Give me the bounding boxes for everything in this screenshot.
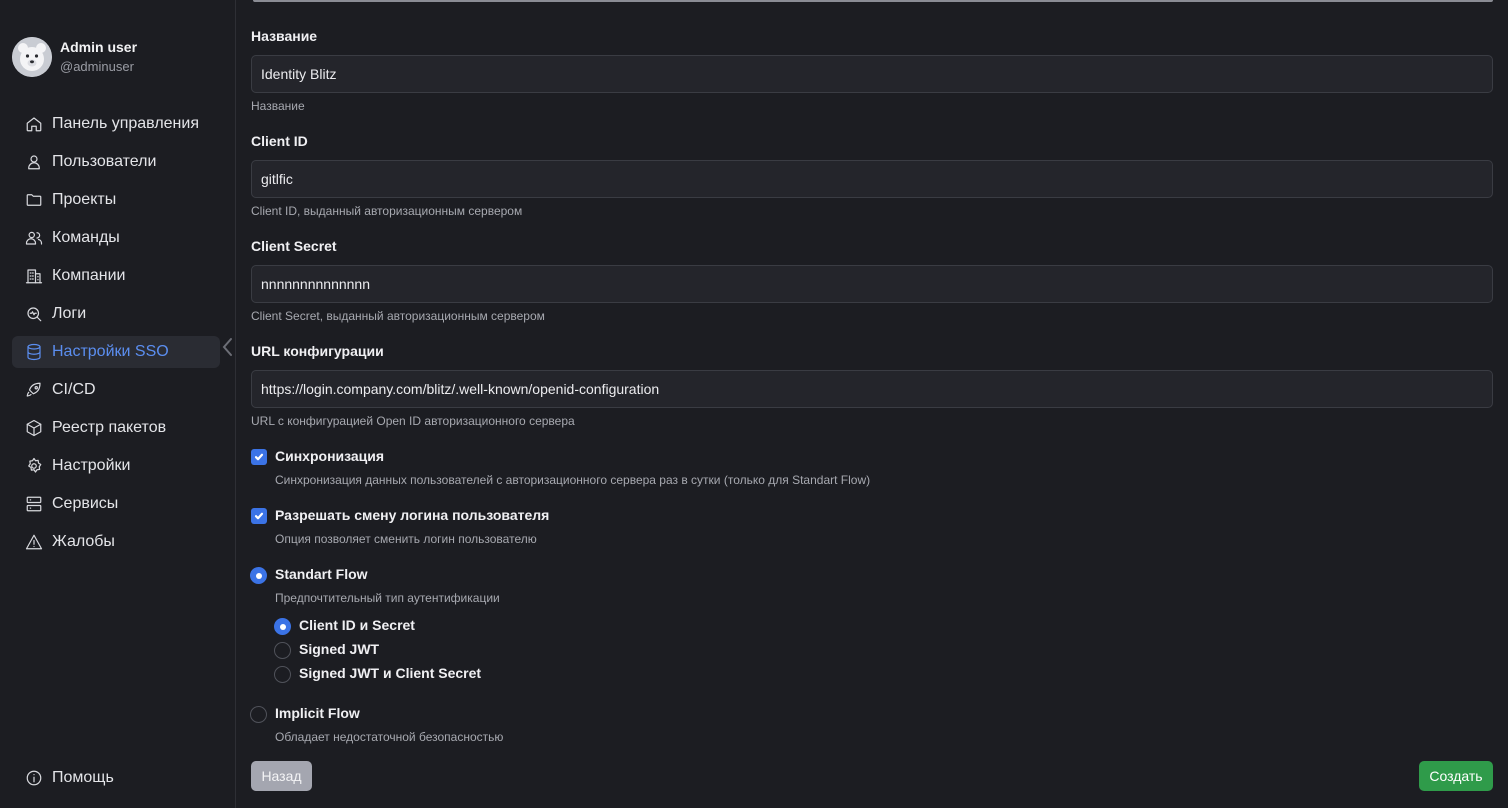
sidebar-item-cicd[interactable]: CI/CD	[12, 374, 220, 406]
sidebar-item-label: Сервисы	[52, 495, 119, 512]
sync-hint: Синхронизация данных пользователей с авт…	[275, 473, 871, 487]
folder-icon	[25, 191, 43, 209]
signed-jwt-client-secret-radio[interactable]	[274, 666, 291, 683]
bear-avatar-icon	[12, 37, 52, 77]
implicit-flow-label: Implicit Flow	[275, 705, 360, 721]
sidebar-item-label: Настройки	[52, 457, 131, 474]
avatar	[12, 37, 52, 77]
user-profile[interactable]: Admin user @adminuser	[12, 37, 137, 77]
server-icon	[25, 495, 43, 513]
signed-jwt-client-secret-label: Signed JWT и Client Secret	[299, 665, 482, 681]
sidebar-item-complaints[interactable]: Жалобы	[12, 526, 220, 558]
sidebar-item-label: Жалобы	[52, 533, 115, 550]
sidebar-item-label: Логи	[52, 305, 87, 322]
user-icon	[25, 153, 43, 171]
sidebar-item-sso-settings[interactable]: Настройки SSO	[12, 336, 220, 368]
implicit-flow-hint: Обладает недостаточной безопасностью	[275, 730, 504, 744]
client-id-label: Client ID	[251, 133, 308, 149]
help-link-wrap: Помощь	[25, 762, 215, 800]
client-id-hint: Client ID, выданный авторизационным серв…	[251, 204, 523, 218]
user-name: Admin user	[60, 39, 138, 55]
config-url-hint: URL с конфигурацией Open ID авторизацион…	[251, 414, 575, 428]
users-icon	[25, 229, 43, 247]
sidebar: Admin user @adminuser Панель управления …	[0, 0, 236, 808]
standart-flow-radio[interactable]	[250, 567, 267, 584]
implicit-flow-radio[interactable]	[250, 706, 267, 723]
sidebar-item-dashboard[interactable]: Панель управления	[12, 108, 220, 140]
sidebar-item-label: Проекты	[52, 191, 117, 208]
standart-flow-hint: Предпочтительный тип аутентификации	[275, 591, 500, 605]
allow-login-change-label: Разрешать смену логина пользователя	[275, 507, 550, 523]
client-id-input[interactable]	[251, 160, 1493, 198]
sidebar-item-label: Пользователи	[52, 153, 157, 170]
allow-login-change-hint: Опция позволяет сменить логин пользовате…	[275, 532, 537, 546]
allow-login-change-checkbox[interactable]	[251, 508, 267, 524]
building-icon	[25, 267, 43, 285]
sidebar-item-settings[interactable]: Настройки	[12, 450, 220, 482]
check-icon	[254, 453, 264, 461]
rocket-icon	[25, 381, 43, 399]
check-icon	[254, 512, 264, 520]
name-label: Название	[251, 28, 318, 44]
name-hint: Название	[251, 99, 305, 113]
config-url-label: URL конфигурации	[251, 343, 384, 359]
sso-provider-form: Название Название Client ID Client ID, в…	[250, 0, 1493, 808]
config-url-input[interactable]	[251, 370, 1493, 408]
sidebar-collapse-button[interactable]	[219, 336, 235, 358]
sidebar-item-label: Реестр пакетов	[52, 419, 167, 436]
top-divider	[253, 0, 1493, 2]
sidebar-item-users[interactable]: Пользователи	[12, 146, 220, 178]
sidebar-item-help[interactable]: Помощь	[25, 762, 215, 794]
sidebar-item-logs[interactable]: Логи	[12, 298, 220, 330]
client-id-secret-radio[interactable]	[274, 618, 291, 635]
database-icon	[25, 343, 43, 361]
home-icon	[25, 115, 43, 133]
sidebar-item-teams[interactable]: Команды	[12, 222, 220, 254]
client-secret-hint: Client Secret, выданный авторизационным …	[251, 309, 545, 323]
sidebar-item-package-registry[interactable]: Реестр пакетов	[12, 412, 220, 444]
standart-flow-label: Standart Flow	[275, 566, 368, 582]
sidebar-item-label: CI/CD	[52, 381, 96, 398]
gear-icon	[25, 457, 43, 475]
sidebar-item-label: Настройки SSO	[52, 343, 169, 360]
sync-label: Синхронизация	[275, 448, 385, 464]
sidebar-item-companies[interactable]: Компании	[12, 260, 220, 292]
name-input[interactable]	[251, 55, 1493, 93]
sidebar-nav: Панель управления Пользователи Проекты К…	[12, 108, 220, 564]
sidebar-item-projects[interactable]: Проекты	[12, 184, 220, 216]
sidebar-item-label: Команды	[52, 229, 120, 246]
warning-icon	[25, 533, 43, 551]
log-search-icon	[25, 305, 43, 323]
sync-checkbox[interactable]	[251, 449, 267, 465]
client-secret-label: Client Secret	[251, 238, 337, 254]
info-icon	[25, 769, 43, 787]
sidebar-item-label: Панель управления	[52, 115, 199, 132]
sidebar-item-label: Компании	[52, 267, 126, 284]
signed-jwt-radio[interactable]	[274, 642, 291, 659]
sidebar-item-services[interactable]: Сервисы	[12, 488, 220, 520]
user-handle: @adminuser	[60, 59, 134, 74]
sidebar-item-label: Помощь	[52, 769, 114, 786]
app-window: Admin user @adminuser Панель управления …	[0, 0, 1508, 808]
signed-jwt-label: Signed JWT	[299, 641, 380, 657]
back-button[interactable]: Назад	[251, 761, 312, 791]
create-button[interactable]: Создать	[1419, 761, 1493, 791]
client-id-secret-label: Client ID и Secret	[299, 617, 415, 633]
package-icon	[25, 419, 43, 437]
client-secret-input[interactable]	[251, 265, 1493, 303]
chevron-left-icon	[222, 338, 232, 356]
